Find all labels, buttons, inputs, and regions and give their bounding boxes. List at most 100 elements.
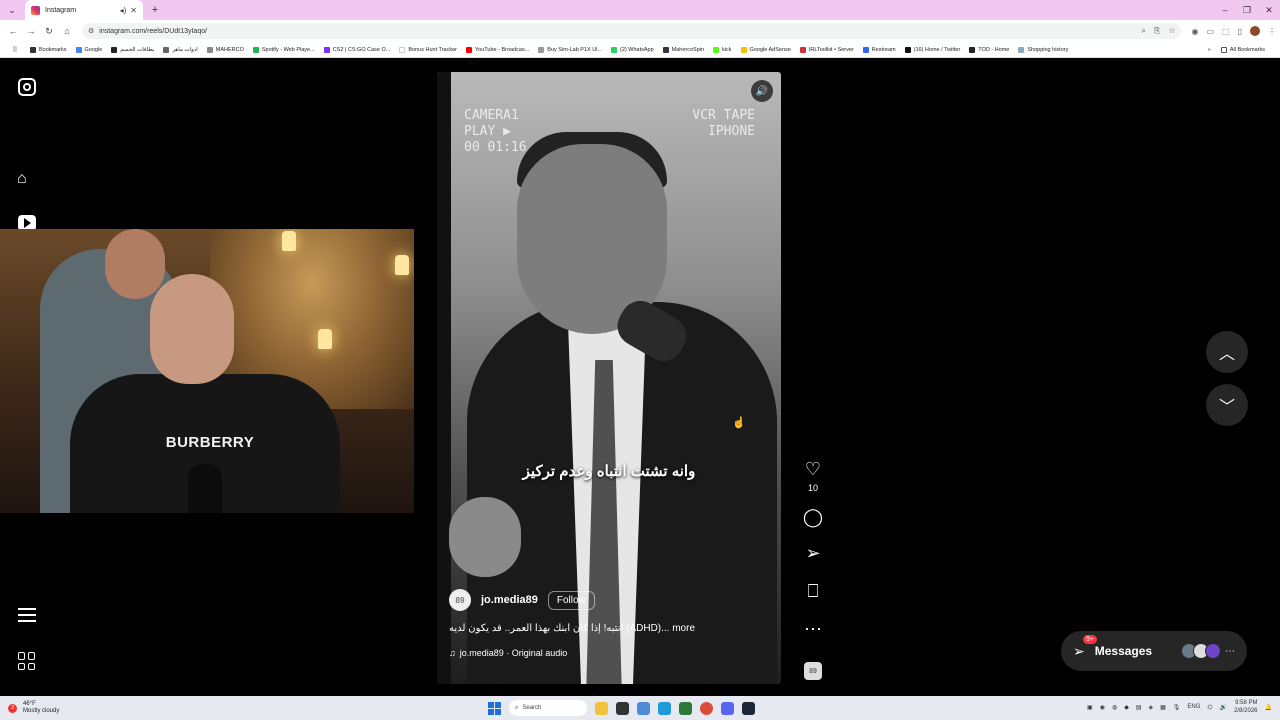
weather-widget[interactable]: 3 46°F Mostly cloudy	[0, 701, 200, 715]
address-bar[interactable]: ⚙ instagram.com/reels/DUdt13yIaqo/ ⌕ ⎘ ☆	[82, 23, 1182, 39]
instagram-logo-icon[interactable]	[18, 78, 36, 96]
bookmark-item[interactable]: (2) WhatsApp	[611, 46, 654, 53]
read-aloud-icon[interactable]: ◉	[1191, 27, 1198, 36]
bookmark-item[interactable]: MahercoSpin	[662, 46, 704, 53]
tab-instagram[interactable]: Instagram ◂) ✕	[25, 0, 143, 20]
notifications-icon[interactable]: 🔔	[1265, 704, 1272, 711]
bookmark-favicon-icon	[904, 46, 911, 53]
bookmark-item[interactable]: Google	[75, 46, 102, 53]
bookmark-item[interactable]: Google AdSense	[740, 46, 791, 53]
all-bookmarks-button[interactable]: All Bookmarks	[1220, 46, 1265, 53]
bookmark-item[interactable]: YouTube - Broadcas...	[465, 46, 529, 53]
bookmark-item[interactable]: Shopping history	[1018, 46, 1068, 53]
chrome-icon[interactable]	[700, 701, 713, 715]
clock[interactable]: 9:58 PM 2/8/2026	[1234, 699, 1257, 715]
home-button-icon[interactable]: ⌂	[58, 26, 76, 36]
bookmark-item[interactable]: بطاقات الجسم	[111, 46, 154, 53]
taskbar: 3 46°F Mostly cloudy ⌕ Search ▣ ◉ ◍ ◆ ▤ …	[0, 696, 1280, 720]
more-options-action[interactable]: ⋯	[799, 620, 827, 638]
bookmark-item[interactable]: Bookmarks	[30, 46, 67, 53]
tab-search-chevron-icon[interactable]: ⌄	[3, 1, 21, 19]
bookmark-icon[interactable]: ⎕	[799, 582, 827, 600]
previous-reel-button[interactable]: ︿	[1206, 331, 1248, 373]
next-reel-button[interactable]: ﹀	[1206, 384, 1248, 426]
speaker-icon[interactable]: ◂)	[120, 6, 127, 15]
tray-app-icon[interactable]: ▣	[1087, 704, 1093, 711]
save-action[interactable]: ⎕	[799, 582, 827, 600]
reel-video[interactable]: CAMERA1 PLAY ▶ 00 01:16 VCR TAPE IPHONE …	[437, 72, 781, 684]
network-icon[interactable]: ⌬	[1207, 704, 1212, 711]
widgets-icon[interactable]	[595, 701, 608, 715]
new-tab-button[interactable]: +	[147, 4, 163, 16]
apps-grid-icon[interactable]: ⠿	[6, 46, 24, 54]
windows-start-icon[interactable]	[488, 701, 501, 715]
bookmark-item[interactable]: TOD - Home	[969, 46, 1009, 53]
task-view-icon[interactable]	[616, 701, 629, 715]
also-from-meta-icon[interactable]	[18, 652, 36, 670]
steam-icon[interactable]	[742, 701, 755, 715]
edge-icon[interactable]	[658, 701, 671, 715]
bookmark-item[interactable]: Spotify - Web Playe...	[252, 46, 315, 53]
instagram-page: ⌂ CAMERA1 PLAY ▶ 00 01:16 VCR TAPE IPHON…	[0, 60, 1280, 696]
extensions-icon[interactable]: ⬚	[1222, 27, 1230, 36]
tray-app-icon[interactable]: ▦	[1160, 704, 1166, 711]
home-icon[interactable]: ⌂	[17, 170, 27, 188]
bookmark-item[interactable]: MAHERCO	[206, 46, 244, 53]
zoom-icon[interactable]: ⌕	[1141, 26, 1145, 36]
bookmark-item[interactable]: Bonus Hunt Tracker	[399, 46, 457, 53]
messages-button[interactable]: ➢ 9+ Messages ⋯	[1061, 631, 1247, 671]
sidepanel-icon[interactable]: ▯	[1238, 27, 1242, 36]
volume-icon[interactable]: 🔊	[1220, 704, 1227, 711]
back-icon[interactable]: ←	[4, 26, 22, 36]
bookmark-item[interactable]: ادوات ماهر	[163, 46, 198, 53]
maximize-icon[interactable]: ❐	[1236, 5, 1258, 16]
reel-caption[interactable]: انتبه! إذا كان ابنك بهذا العمر.. قد يكون…	[449, 623, 769, 634]
cast-icon[interactable]: ▭	[1206, 27, 1214, 36]
close-window-icon[interactable]: ✕	[1258, 5, 1280, 16]
site-info-icon[interactable]: ⚙	[88, 27, 94, 35]
audio-label[interactable]: jo.media89 · Original audio	[460, 648, 568, 658]
follow-button[interactable]: Follow	[547, 590, 595, 610]
install-icon[interactable]: ⎘	[1154, 26, 1160, 36]
taskbar-search[interactable]: ⌕ Search	[509, 700, 587, 716]
tray-app-icon[interactable]: ◍	[1112, 704, 1117, 711]
share-icon[interactable]: ➢	[799, 544, 827, 562]
like-action[interactable]: ♡ 10	[799, 460, 827, 493]
bookmark-item[interactable]: IRLToolkit • Server	[799, 46, 854, 53]
comment-icon[interactable]: ◯	[799, 508, 827, 526]
minimize-icon[interactable]: –	[1214, 5, 1236, 16]
language-indicator[interactable]: ENG	[1187, 704, 1200, 710]
audio-link[interactable]: ♫ jo.media89 · Original audio	[449, 648, 769, 658]
reload-icon[interactable]: ↻	[40, 26, 58, 37]
profile-avatar[interactable]	[1250, 26, 1260, 36]
store-icon[interactable]	[637, 701, 650, 715]
bookmark-item[interactable]: Buy Sim-Lab P1X Ul...	[538, 46, 602, 53]
comment-action[interactable]: ◯	[799, 508, 827, 526]
share-action[interactable]: ➢	[799, 544, 827, 562]
tray-app-icon[interactable]: ▤	[1136, 704, 1142, 711]
audio-thumbnail[interactable]: 89	[799, 662, 827, 680]
bookmark-item[interactable]: kick	[713, 46, 732, 53]
tray-app-icon[interactable]: ◈	[1148, 704, 1153, 711]
more-options-icon[interactable]: ⋯	[799, 620, 827, 638]
url-text[interactable]: instagram.com/reels/DUdt13yIaqo/	[99, 28, 207, 35]
tray-app-icon[interactable]: ◆	[1124, 704, 1129, 711]
discord-icon[interactable]	[721, 701, 734, 715]
bookmark-item[interactable]: Restream	[862, 46, 896, 53]
audio-thumb-icon[interactable]: 89	[804, 662, 822, 680]
bookmarks-overflow-icon[interactable]: »	[1208, 47, 1211, 53]
browser-menu-icon[interactable]: ⋮	[1268, 27, 1276, 36]
forward-icon[interactable]: →	[22, 26, 40, 36]
star-icon[interactable]: ☆	[1168, 26, 1175, 36]
more-menu-icon[interactable]	[18, 608, 36, 622]
microphone-icon[interactable]: 🎙	[1173, 704, 1181, 711]
spreadsheet-app-icon[interactable]	[679, 701, 692, 715]
close-tab-icon[interactable]: ✕	[130, 6, 137, 15]
author-name[interactable]: jo.media89	[481, 594, 538, 606]
bookmark-item[interactable]: CS2 | CS:GO Case O...	[323, 46, 390, 53]
author-avatar[interactable]: 89	[449, 589, 471, 611]
heart-icon[interactable]: ♡	[799, 460, 827, 478]
tray-app-icon[interactable]: ◉	[1100, 704, 1105, 711]
audio-toggle-button[interactable]: 🔊	[751, 80, 773, 102]
bookmark-item[interactable]: (16) Home / Twitter	[904, 46, 960, 53]
